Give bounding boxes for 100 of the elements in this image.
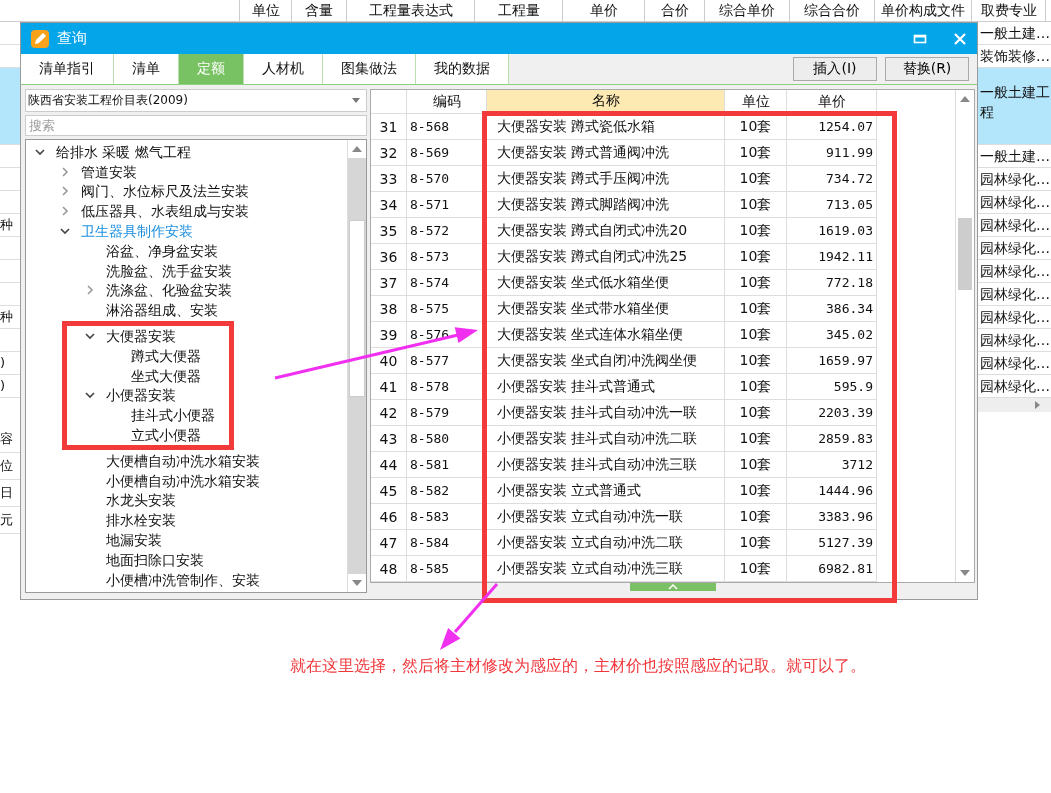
table-cell: 小便器安装 立式自动冲洗二联	[487, 530, 725, 556]
table-cell: 1619.03	[787, 218, 877, 244]
table-cell: 10套	[725, 426, 787, 452]
tree-item[interactable]: 小便器安装	[106, 386, 176, 405]
tree-item[interactable]: 低压器具、水表组成与安装	[81, 202, 249, 221]
table-cell: 8-582	[407, 478, 487, 504]
column-header: 工程量表达式	[347, 0, 475, 21]
action-button[interactable]: 插入(I)	[793, 57, 877, 81]
tab[interactable]: 清单指引	[21, 54, 114, 84]
row-number: 44	[371, 452, 407, 478]
tab[interactable]: 我的数据	[416, 54, 509, 84]
table-cell: 734.72	[787, 166, 877, 192]
row-number: 45	[371, 478, 407, 504]
table-cell: 8-584	[407, 530, 487, 556]
scroll-down-icon[interactable]	[352, 580, 362, 586]
tree-item[interactable]: 蹲式大便器	[131, 346, 201, 365]
row-number: 47	[371, 530, 407, 556]
table-cell: 10套	[725, 218, 787, 244]
table-cell-text: 种	[0, 216, 14, 234]
table-cell: 大便器安装 坐式连体水箱坐便	[487, 322, 725, 348]
table-cell: 大便器安装 蹲式脚踏阀冲洗	[487, 192, 725, 218]
action-button[interactable]: 替换(R)	[885, 57, 969, 81]
table-cell-text: )	[0, 354, 7, 372]
scroll-down-icon[interactable]	[960, 570, 970, 576]
column-header: 单价	[563, 0, 645, 21]
table-cell: 8-572	[407, 218, 487, 244]
tree-item[interactable]: 大便槽自动冲洗水箱安装	[106, 451, 260, 470]
pencil-icon	[31, 29, 49, 48]
table-cell: 8-570	[407, 166, 487, 192]
row-number: 31	[371, 114, 407, 140]
horizontal-scrollbar[interactable]	[978, 398, 1051, 412]
scroll-up-icon[interactable]	[960, 96, 970, 102]
table-cell: 大便器安装 蹲式自闭式冲洗20	[487, 218, 725, 244]
column-header: 单价构成文件	[875, 0, 972, 21]
tree-item[interactable]: 给排水 采暖 燃气工程	[56, 142, 191, 161]
table-cell: 10套	[725, 296, 787, 322]
table-cell: 小便器安装 立式自动冲洗三联	[487, 556, 725, 582]
tab[interactable]: 人材机	[244, 54, 323, 84]
chevron-right-icon[interactable]	[59, 165, 71, 178]
table-cell: 8-579	[407, 400, 487, 426]
tree-item[interactable]: 地漏安装	[106, 531, 162, 550]
tree-item[interactable]: 淋浴器组成、安装	[106, 301, 218, 320]
tree-item[interactable]: 立式小便器	[131, 426, 201, 445]
column-header[interactable]: 名称	[487, 90, 725, 114]
row-number: 36	[371, 244, 407, 270]
chevron-right-icon[interactable]	[59, 185, 71, 198]
table-cell: 10套	[725, 270, 787, 296]
scroll-thumb[interactable]	[349, 220, 365, 397]
column-header[interactable]: 单价	[787, 90, 877, 114]
table-cell: 8-578	[407, 374, 487, 400]
tree-item[interactable]: 卫生器具制作安装	[81, 222, 193, 241]
chevron-right-icon[interactable]	[59, 205, 71, 218]
tree-item[interactable]: 大便器安装	[106, 327, 176, 346]
column-header: 综合单价	[705, 0, 790, 21]
table-cell: 大便器安装 坐式自闭冲洗阀坐便	[487, 348, 725, 374]
tree-item[interactable]: 排水栓安装	[106, 511, 176, 530]
table-cell: 大便器安装 蹲式普通阀冲洗	[487, 140, 725, 166]
close-icon[interactable]	[953, 31, 967, 46]
search-field[interactable]: 搜索	[25, 115, 367, 136]
tree-item[interactable]: 地面扫除口安装	[106, 550, 204, 569]
tree-item[interactable]: 洗脸盆、洗手盆安装	[106, 261, 232, 280]
tree-item[interactable]: 挂斗式小便器	[131, 406, 215, 425]
chevron-right-icon[interactable]	[84, 284, 96, 297]
tree-item[interactable]: 洗涤盆、化验盆安装	[106, 281, 232, 300]
scroll-up-icon[interactable]	[352, 146, 362, 152]
table-cell: 1444.96	[787, 478, 877, 504]
table-cell: 2859.83	[787, 426, 877, 452]
row-number: 38	[371, 296, 407, 322]
row-number: 35	[371, 218, 407, 244]
table-cell: 10套	[725, 348, 787, 374]
table-cell: 10套	[725, 530, 787, 556]
scroll-right-icon[interactable]	[1033, 400, 1041, 410]
vertical-scrollbar[interactable]	[955, 90, 974, 582]
tree-item[interactable]: 管道安装	[81, 162, 137, 181]
tree-item[interactable]: 水龙头安装	[106, 491, 176, 510]
tree-item[interactable]: 小便槽冲洗管制作、安装	[106, 570, 260, 589]
table-cell: 小便器安装 挂斗式自动冲洗一联	[487, 400, 725, 426]
table-cell: 8-577	[407, 348, 487, 374]
column-header: 单位	[240, 0, 292, 21]
table-cell: 3712	[787, 452, 877, 478]
tree-item[interactable]: 小便槽自动冲洗水箱安装	[106, 471, 260, 490]
table-cell: 小便器安装 挂斗式自动冲洗三联	[487, 452, 725, 478]
table-cell: 10套	[725, 504, 787, 530]
tree-item[interactable]: 浴盆、净身盆安装	[106, 241, 218, 260]
scroll-thumb[interactable]	[958, 218, 972, 290]
tab[interactable]: 清单	[114, 54, 179, 84]
tree-item[interactable]: 坐式大便器	[131, 366, 201, 385]
column-header[interactable]: 单位	[725, 90, 787, 114]
table-cell: 大便器安装 坐式低水箱坐便	[487, 270, 725, 296]
row-number: 46	[371, 504, 407, 530]
table-cell: 10套	[725, 140, 787, 166]
tab[interactable]: 图集做法	[323, 54, 416, 84]
collapse-handle[interactable]	[629, 583, 716, 591]
column-header: 合价	[645, 0, 705, 21]
library-dropdown[interactable]: 陕西省安装工程价目表(2009)	[25, 89, 367, 112]
vertical-scrollbar[interactable]	[347, 140, 366, 592]
row-number: 43	[371, 426, 407, 452]
row-number: 37	[371, 270, 407, 296]
table-cell: 10套	[725, 374, 787, 400]
tree-item[interactable]: 阀门、水位标尺及法兰安装	[81, 182, 249, 201]
